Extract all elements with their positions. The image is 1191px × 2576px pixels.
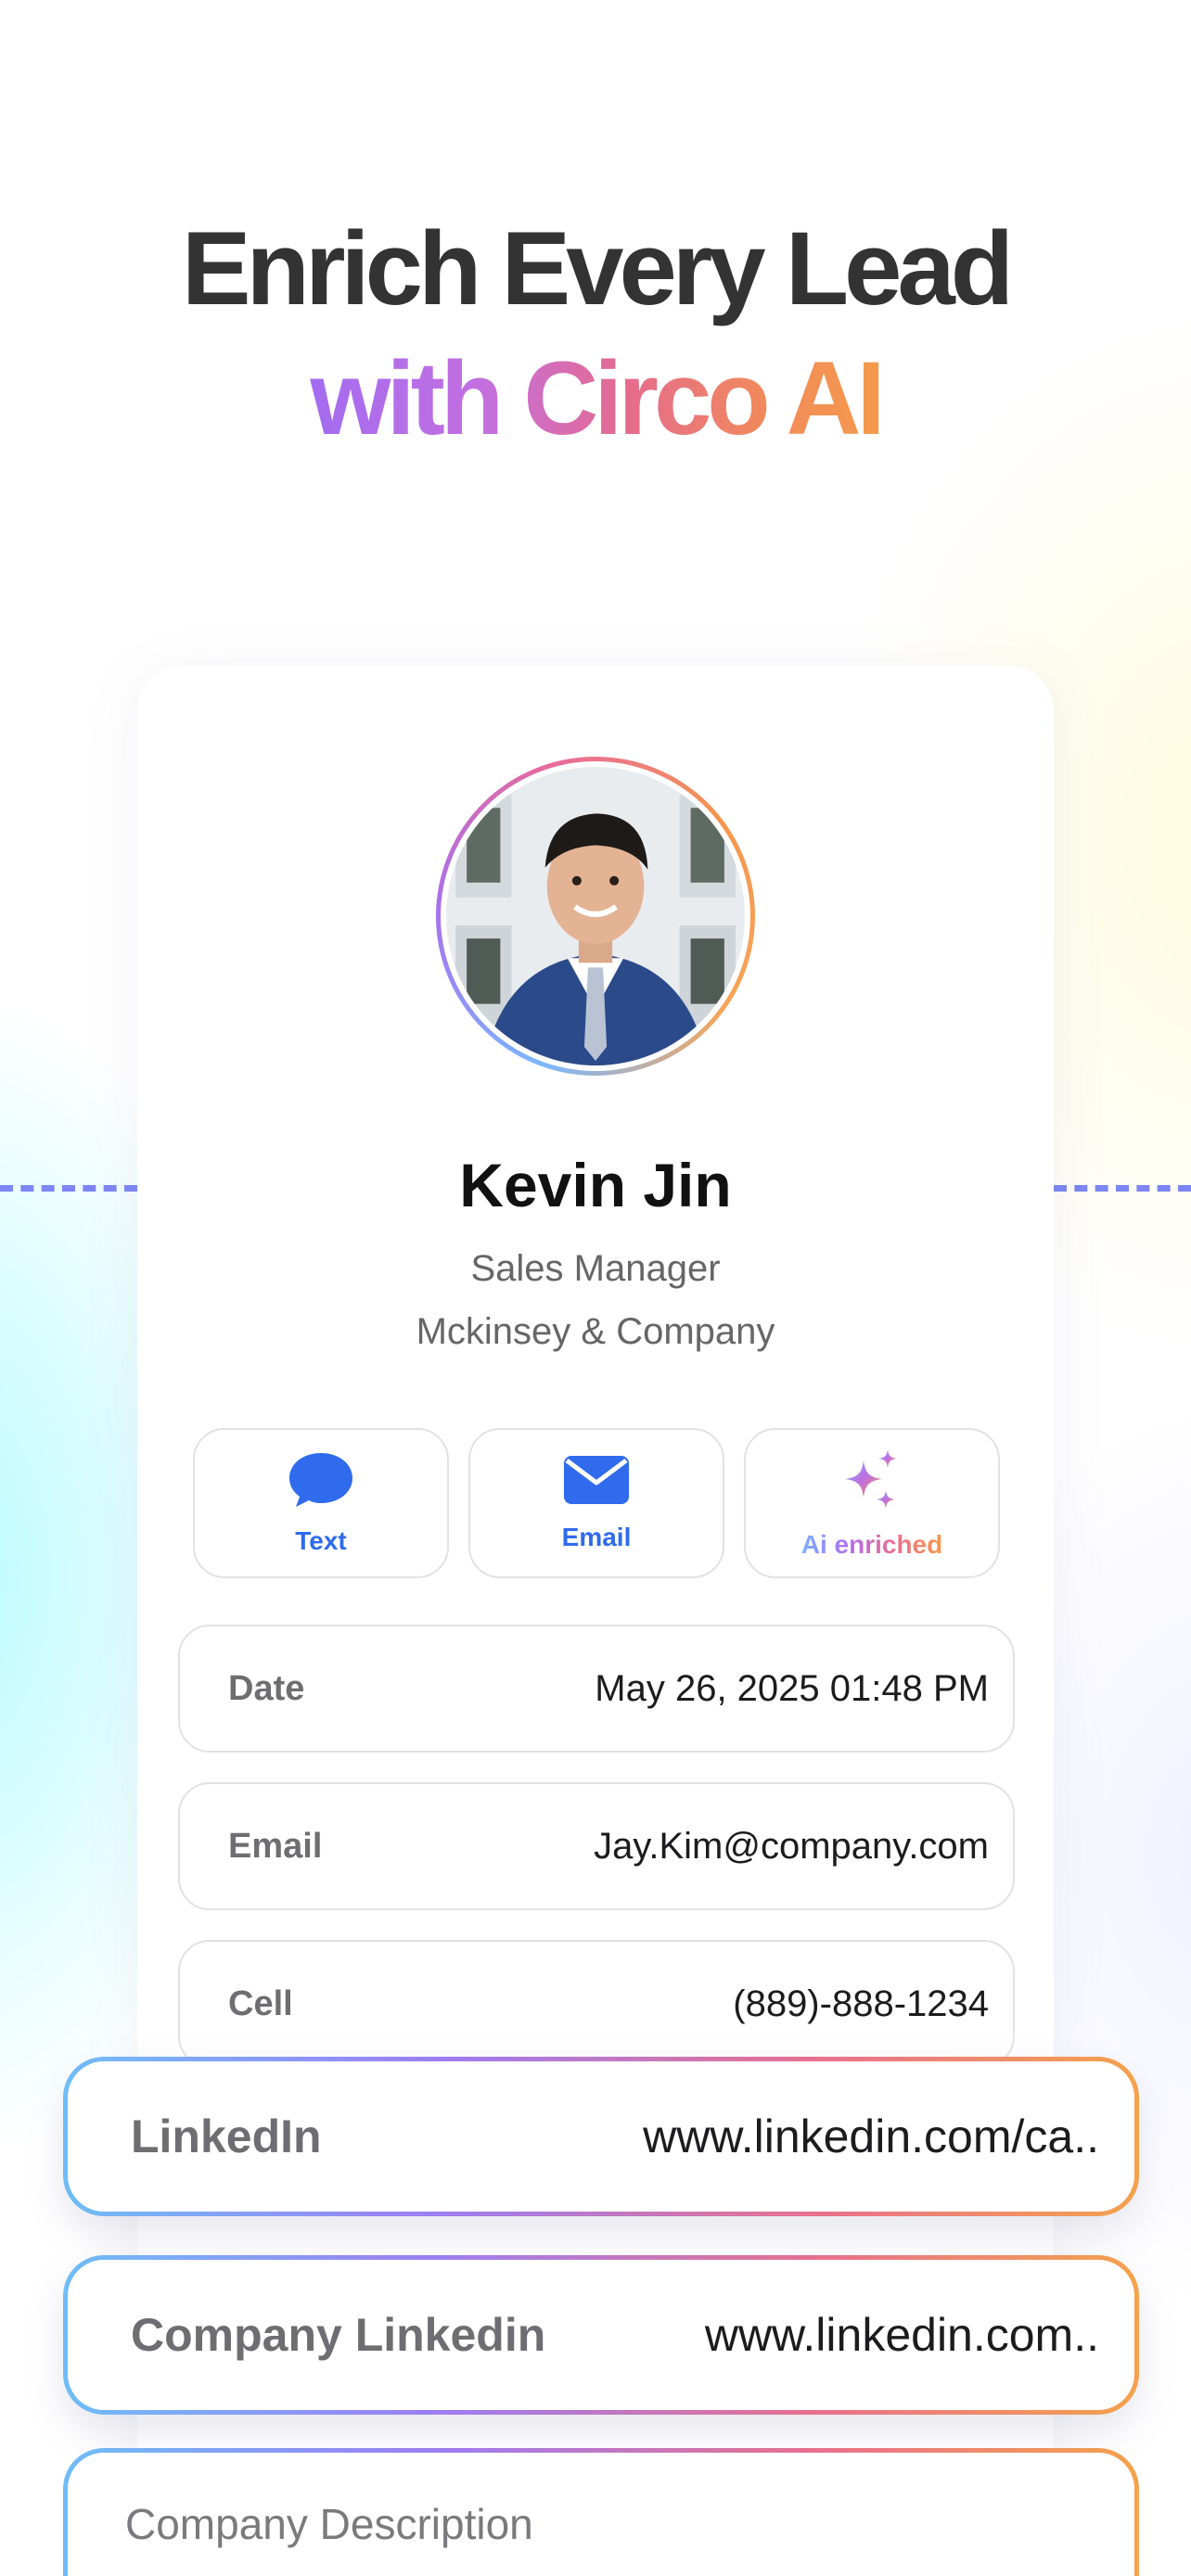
ai-enriched-button[interactable]: Ai enriched bbox=[744, 1428, 1000, 1578]
field-cell-value: (889)-888-1234 bbox=[733, 1983, 989, 2024]
field-email-value: Jay.Kim@company.com bbox=[594, 1825, 989, 1867]
dashed-connector-left bbox=[0, 1185, 137, 1192]
email-button[interactable]: Email bbox=[468, 1428, 724, 1578]
field-cell[interactable]: Cell (889)-888-1234 bbox=[178, 1940, 1015, 2068]
field-company-description-label: Company Description bbox=[125, 2500, 533, 2548]
sparkle-icon bbox=[841, 1447, 903, 1517]
field-date-label: Date bbox=[228, 1668, 305, 1708]
dashed-connector-right bbox=[1054, 1185, 1191, 1192]
ai-enriched-label: Ai enriched bbox=[800, 1529, 943, 1559]
contact-name: Kevin Jin bbox=[459, 1151, 732, 1219]
field-linkedin-value: www.linkedin.com/ca.. bbox=[643, 2111, 1099, 2162]
headline: Enrich Every Lead with Circo AI bbox=[0, 204, 1191, 464]
text-button-label: Text bbox=[295, 1525, 347, 1555]
field-email-label: Email bbox=[228, 1826, 323, 1866]
field-linkedin[interactable]: LinkedIn www.linkedin.com/ca.. bbox=[63, 2057, 1139, 2216]
field-date-value: May 26, 2025 01:48 PM bbox=[595, 1667, 989, 1709]
field-company-linkedin[interactable]: Company Linkedin www.linkedin.com.. bbox=[63, 2255, 1139, 2415]
field-company-linkedin-label: Company Linkedin bbox=[131, 2309, 546, 2361]
contact-role: Sales Manager bbox=[470, 1248, 721, 1289]
field-date[interactable]: Date May 26, 2025 01:48 PM bbox=[178, 1625, 1015, 1753]
headline-line-2: with Circo AI bbox=[310, 334, 885, 464]
field-linkedin-label: LinkedIn bbox=[131, 2111, 322, 2162]
field-company-description[interactable]: Company Description bbox=[63, 2448, 1139, 2576]
field-cell-label: Cell bbox=[228, 1983, 293, 2023]
contact-company: Mckinsey & Company bbox=[416, 1311, 775, 1352]
chat-bubble-icon bbox=[288, 1451, 354, 1513]
avatar-photo bbox=[446, 767, 745, 1065]
avatar[interactable] bbox=[441, 761, 750, 1071]
envelope-icon bbox=[563, 1455, 630, 1510]
field-company-linkedin-value: www.linkedin.com.. bbox=[704, 2309, 1099, 2361]
headline-line-1: Enrich Every Lead bbox=[181, 210, 1014, 326]
email-button-label: Email bbox=[561, 1522, 632, 1551]
field-email[interactable]: Email Jay.Kim@company.com bbox=[178, 1782, 1015, 1910]
text-button[interactable]: Text bbox=[193, 1428, 449, 1578]
avatar-ring bbox=[436, 757, 755, 1076]
